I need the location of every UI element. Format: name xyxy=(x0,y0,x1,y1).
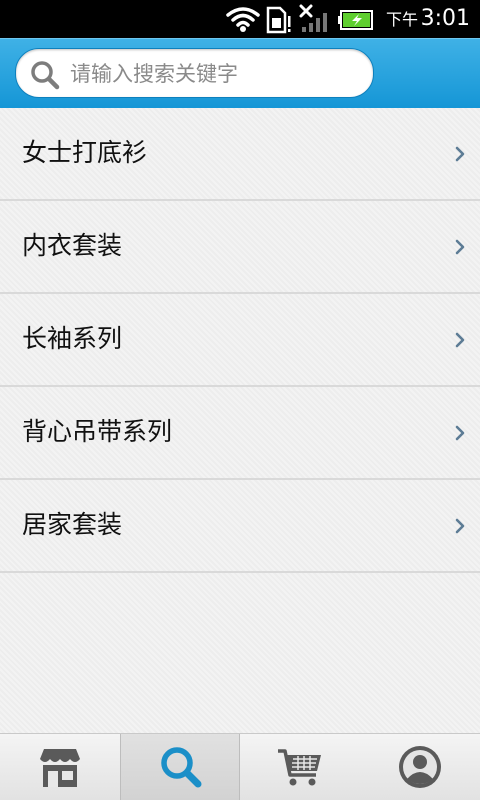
search-header xyxy=(0,38,480,108)
category-item[interactable]: 内衣套装 xyxy=(0,201,480,294)
no-signal-icon xyxy=(299,4,327,32)
wifi-icon xyxy=(226,7,260,32)
sim-card-icon xyxy=(266,6,291,34)
search-icon xyxy=(161,747,202,788)
category-item[interactable]: 女士打底衫 xyxy=(0,108,480,201)
category-item[interactable]: 背心吊带系列 xyxy=(0,387,480,480)
tab-account[interactable] xyxy=(360,734,480,800)
status-ampm: 下午 xyxy=(385,10,418,29)
category-label: 居家套装 xyxy=(22,510,123,539)
tab-search[interactable] xyxy=(120,734,240,800)
search-input[interactable] xyxy=(68,57,362,91)
battery-charging-icon xyxy=(338,10,373,30)
status-bar: 下午 3:01 xyxy=(0,0,480,38)
store-icon xyxy=(40,749,80,787)
tab-cart[interactable] xyxy=(240,734,360,800)
chevron-right-icon xyxy=(455,146,465,162)
category-label: 女士打底衫 xyxy=(22,138,148,167)
category-label: 背心吊带系列 xyxy=(22,417,173,446)
tab-store[interactable] xyxy=(0,734,120,800)
chevron-right-icon xyxy=(455,332,465,348)
category-item[interactable]: 居家套装 xyxy=(0,480,480,573)
category-list: 女士打底衫 内衣套装 长袖系列 背心吊带系列 居家套装 xyxy=(0,108,480,733)
category-item[interactable]: 长袖系列 xyxy=(0,294,480,387)
shopping-cart-icon xyxy=(278,749,321,786)
chevron-right-icon xyxy=(455,239,465,255)
category-label: 长袖系列 xyxy=(22,324,123,353)
status-time: 3:01 xyxy=(420,6,470,31)
category-label: 内衣套装 xyxy=(22,231,123,260)
search-icon xyxy=(31,61,60,90)
bottom-tab-bar xyxy=(0,733,480,800)
user-account-icon xyxy=(399,746,441,788)
chevron-right-icon xyxy=(455,518,465,534)
chevron-right-icon xyxy=(455,425,465,441)
search-box[interactable] xyxy=(15,48,374,98)
